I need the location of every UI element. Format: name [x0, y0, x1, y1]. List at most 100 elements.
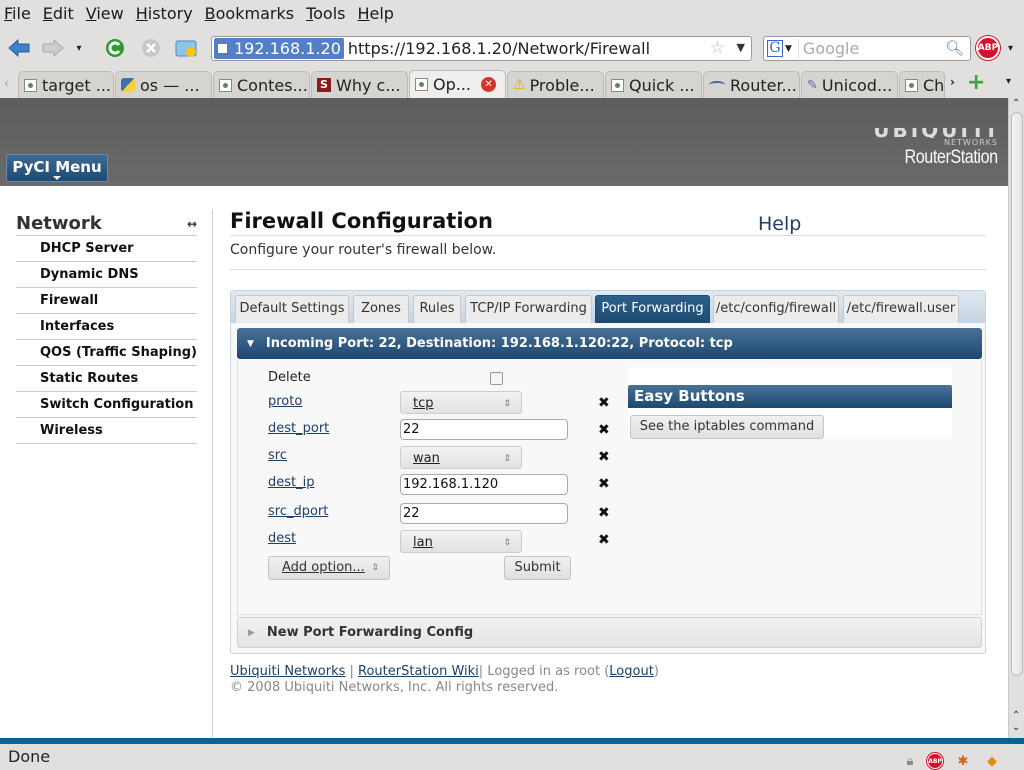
ubiquiti-networks-link[interactable]: Ubiquiti Networks: [230, 664, 345, 679]
tab-etc-firewall-user[interactable]: /etc/firewall.user: [843, 295, 959, 323]
updown-arrows-icon: ⇕: [371, 563, 379, 573]
browser-tab-active[interactable]: Op... ✕: [409, 70, 506, 98]
page-icon: [611, 78, 624, 92]
menu-edit[interactable]: Edit: [43, 4, 74, 23]
back-button[interactable]: [6, 35, 32, 61]
adblock-icon[interactable]: ABP: [927, 753, 943, 769]
dest-port-label[interactable]: dest_port: [268, 421, 329, 436]
sidebar-item-qos[interactable]: QOS (Traffic Shaping): [16, 340, 197, 366]
url-bar[interactable]: 192.168.1.20 https://192.168.1.20/Networ…: [211, 36, 752, 61]
tab-default-settings[interactable]: Default Settings: [235, 295, 349, 323]
search-icon[interactable]: 🔍︎: [945, 39, 964, 57]
expand-arrows-icon[interactable]: ↔: [187, 217, 197, 231]
new-tab-icon[interactable]: +: [967, 70, 985, 95]
search-bar[interactable]: G ▼ Google 🔍︎: [763, 36, 971, 61]
chevron-down-icon[interactable]: ▾: [1008, 43, 1013, 54]
updown-arrows-icon: ⇕: [503, 454, 511, 464]
remove-dest-ip-icon[interactable]: ✖: [598, 476, 610, 492]
proto-label[interactable]: proto: [268, 394, 302, 409]
browser-tab[interactable]: Router...: [703, 71, 800, 98]
menu-tools[interactable]: Tools: [306, 4, 345, 23]
reload-button[interactable]: [102, 35, 128, 61]
scroll-tabs-right-icon[interactable]: ›: [950, 75, 955, 89]
remove-src-icon[interactable]: ✖: [598, 449, 610, 465]
scroll-down-icon[interactable]: ⌄: [1012, 722, 1020, 733]
scroll-up-icon[interactable]: ⌃: [1012, 98, 1020, 109]
menu-file[interactable]: File: [4, 4, 31, 23]
browser-tab[interactable]: Contes...: [213, 71, 310, 98]
browser-tab[interactable]: target ...: [18, 71, 114, 98]
scrollbar-thumb[interactable]: [1011, 112, 1023, 676]
url-dropdown-icon[interactable]: ▼: [737, 41, 745, 54]
sidebar-item-dhcp-server[interactable]: DHCP Server: [16, 236, 197, 262]
dest-ip-input[interactable]: 192.168.1.120: [400, 474, 568, 495]
browser-tab[interactable]: S Why c...: [311, 71, 408, 98]
src-dport-input[interactable]: 22: [400, 503, 568, 524]
site-identity[interactable]: 192.168.1.20: [214, 38, 344, 59]
rule-accordion-header[interactable]: ▼ Incoming Port: 22, Destination: 192.16…: [237, 328, 982, 359]
sidebar-item-firewall[interactable]: Firewall: [16, 288, 197, 314]
close-tab-icon[interactable]: ✕: [481, 77, 497, 92]
scroll-up-icon[interactable]: ⌃: [1012, 710, 1020, 721]
caret-down-icon: ▼: [247, 338, 254, 349]
lock-icon[interactable]: 🔒︎: [901, 752, 919, 770]
google-icon[interactable]: G: [767, 40, 783, 57]
tab-port-forwarding[interactable]: Port Forwarding: [595, 295, 710, 323]
browser-tab[interactable]: os — ...: [115, 71, 212, 98]
sidebar-item-wireless[interactable]: Wireless: [16, 418, 197, 444]
remove-proto-icon[interactable]: ✖: [598, 395, 610, 411]
menu-help[interactable]: Help: [357, 4, 393, 23]
browser-tab[interactable]: Ch: [899, 71, 945, 98]
home-button[interactable]: [174, 35, 200, 61]
tab-etc-config-firewall[interactable]: /etc/config/firewall: [713, 295, 839, 323]
remove-src-dport-icon[interactable]: ✖: [598, 505, 610, 521]
forward-button[interactable]: [40, 35, 66, 61]
dest-select[interactable]: lan ⇕: [400, 530, 522, 553]
see-iptables-command-button[interactable]: See the iptables command: [630, 415, 824, 439]
firebug-icon[interactable]: ✱: [954, 752, 972, 770]
adblock-icon[interactable]: ABP: [976, 36, 1000, 60]
dest-label[interactable]: dest: [268, 531, 296, 546]
scroll-tabs-left-icon[interactable]: ‹: [4, 76, 9, 90]
vertical-scrollbar[interactable]: ⌃ ⌃ ⌄: [1008, 98, 1024, 738]
tab-tcpip-forwarding[interactable]: TCP/IP Forwarding: [465, 295, 592, 323]
dest-ip-label[interactable]: dest_ip: [268, 475, 314, 490]
browser-tab[interactable]: Quick ...: [605, 71, 702, 98]
new-port-forwarding-accordion[interactable]: ▶ New Port Forwarding Config: [237, 617, 982, 648]
sidebar-item-interfaces[interactable]: Interfaces: [16, 314, 197, 340]
browser-tab[interactable]: ✎ Unicod...: [801, 71, 898, 98]
tab-rules[interactable]: Rules: [413, 295, 461, 323]
logout-link[interactable]: Logout: [609, 664, 654, 679]
dest-port-input[interactable]: 22: [400, 419, 568, 440]
delete-checkbox[interactable]: [490, 372, 503, 385]
sidebar-item-switch-configuration[interactable]: Switch Configuration: [16, 392, 197, 418]
url-text[interactable]: https://192.168.1.20/Network/Firewall: [348, 39, 650, 58]
greasemonkey-icon[interactable]: ◆: [983, 752, 1001, 770]
tab-zones[interactable]: Zones: [353, 295, 409, 323]
help-link[interactable]: Help: [758, 213, 801, 235]
proto-select[interactable]: tcp ⇕: [400, 391, 522, 414]
tab-list-icon[interactable]: ▾: [1006, 76, 1011, 87]
routerstation-wiki-link[interactable]: RouterStation Wiki: [358, 664, 479, 679]
sidebar-item-dynamic-dns[interactable]: Dynamic DNS: [16, 262, 197, 288]
menu-view[interactable]: View: [86, 4, 124, 23]
pyci-menu-button[interactable]: PyCI Menu: [6, 154, 108, 182]
src-dport-label[interactable]: src_dport: [268, 504, 328, 519]
src-select[interactable]: wan ⇕: [400, 446, 522, 469]
browser-tab[interactable]: ⚠ Proble...: [507, 71, 604, 98]
caret-right-icon: ▶: [248, 627, 255, 638]
remove-dest-port-icon[interactable]: ✖: [598, 422, 610, 438]
menu-bookmarks[interactable]: Bookmarks: [205, 4, 294, 23]
remove-dest-icon[interactable]: ✖: [598, 532, 610, 548]
stop-button[interactable]: [138, 35, 164, 61]
menu-history[interactable]: History: [136, 4, 193, 23]
add-option-select[interactable]: Add option... ⇕: [268, 556, 390, 580]
src-label[interactable]: src: [268, 448, 287, 463]
submit-button[interactable]: Submit: [504, 556, 571, 580]
search-input[interactable]: Google: [797, 39, 859, 58]
history-dropdown[interactable]: ▾: [72, 35, 86, 61]
stop-icon: [142, 39, 160, 57]
sidebar-item-static-routes[interactable]: Static Routes: [16, 366, 197, 392]
chevron-down-icon[interactable]: ▼: [785, 44, 792, 54]
bookmark-star-icon[interactable]: ☆: [710, 38, 725, 58]
